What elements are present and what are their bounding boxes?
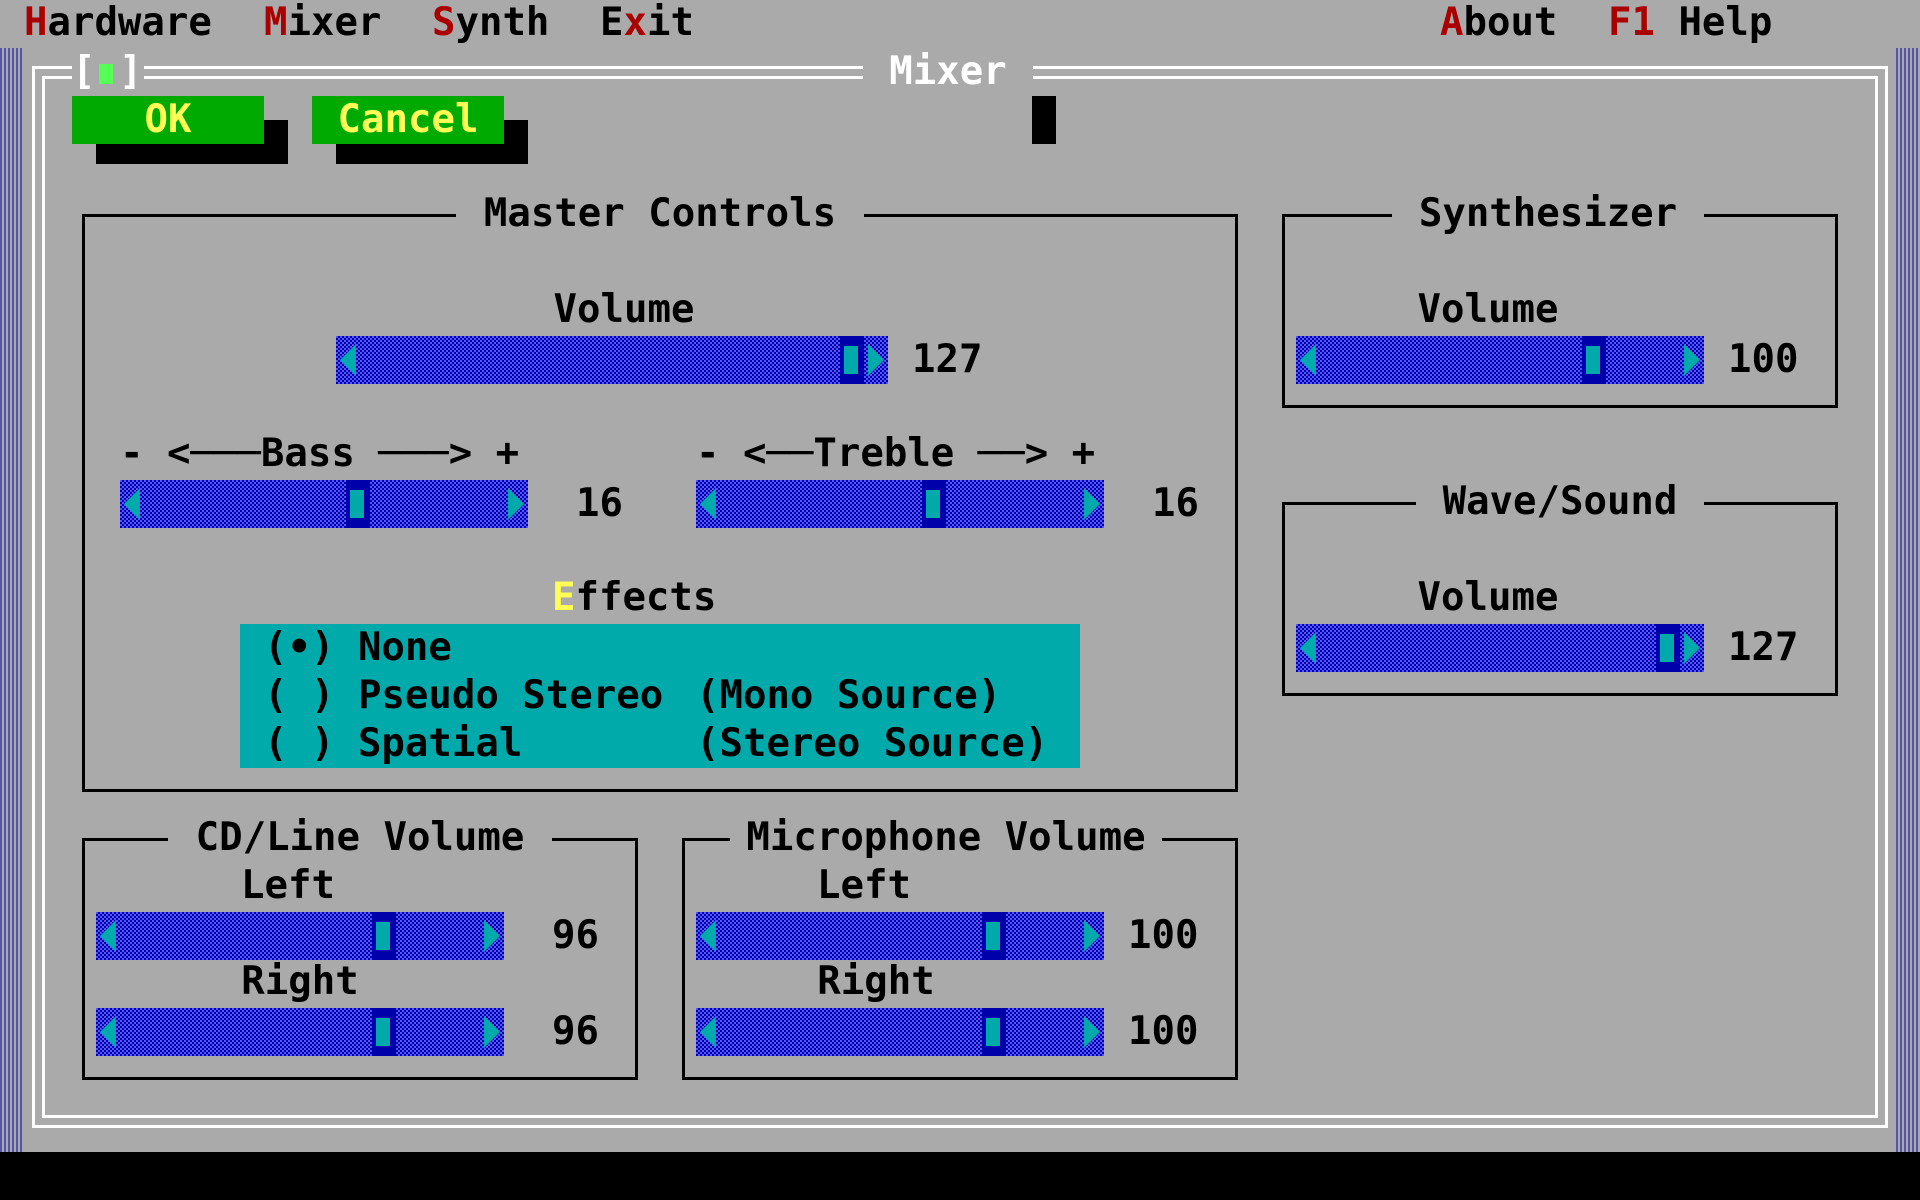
master-controls-title: Master Controls	[456, 190, 864, 238]
mic-left-value: 100	[1128, 913, 1199, 958]
wave-sound-title: Wave/Sound	[1416, 478, 1704, 526]
synth-volume-value: 100	[1728, 337, 1799, 382]
slider-thumb[interactable]	[372, 912, 396, 960]
bass-slider[interactable]	[120, 480, 528, 528]
treble-value: 16	[1152, 481, 1199, 526]
microphone-volume-title: Microphone Volume	[730, 814, 1162, 862]
treble-slider[interactable]	[696, 480, 1104, 528]
cd-left-value: 96	[552, 913, 599, 958]
synth-volume-label: Volume	[1417, 287, 1559, 332]
menu-mixer[interactable]: Mixer	[264, 0, 381, 48]
arrow-left-icon[interactable]	[100, 1016, 116, 1048]
arrow-right-icon[interactable]	[1684, 344, 1700, 376]
slider-thumb[interactable]	[1582, 336, 1606, 384]
ok-button[interactable]: OK	[72, 96, 264, 144]
mic-left-slider[interactable]	[696, 912, 1104, 960]
cd-left-label: Left	[241, 863, 335, 908]
close-icon	[99, 64, 113, 84]
menu-help[interactable]: F1 Help	[1608, 0, 1772, 48]
desktop-pattern-right	[1896, 48, 1920, 1152]
treble-label: - <──Treble ──> +	[696, 431, 1096, 476]
arrow-right-icon[interactable]	[1684, 632, 1700, 664]
cd-left-slider[interactable]	[96, 912, 504, 960]
arrow-right-icon[interactable]	[1084, 488, 1100, 520]
wave-volume-label: Volume	[1417, 575, 1559, 620]
slider-thumb[interactable]	[372, 1008, 396, 1056]
cd-right-value: 96	[552, 1009, 599, 1054]
bass-value: 16	[576, 481, 623, 526]
master-volume-value: 127	[912, 337, 983, 382]
slider-thumb[interactable]	[982, 1008, 1006, 1056]
menu-bar: Hardware Mixer Synth Exit About F1 Help	[0, 0, 1920, 48]
arrow-right-icon[interactable]	[868, 344, 884, 376]
master-volume-slider[interactable]	[336, 336, 888, 384]
arrow-left-icon[interactable]	[340, 344, 356, 376]
mic-right-value: 100	[1128, 1009, 1199, 1054]
mic-right-label: Right	[817, 959, 935, 1004]
arrow-right-icon[interactable]	[1084, 920, 1100, 952]
arrow-right-icon[interactable]	[508, 488, 524, 520]
effect-option-spatial[interactable]: ( ) Spatial (Stereo Source)	[264, 720, 1074, 768]
cd-line-volume-title: CD/Line Volume	[168, 814, 552, 862]
mic-right-slider[interactable]	[696, 1008, 1104, 1056]
menu-hardware[interactable]: Hardware	[24, 0, 212, 48]
dialog-title: Mixer	[889, 49, 1007, 94]
effect-option-none[interactable]: (•) None	[264, 624, 1074, 672]
text-cursor	[1032, 96, 1056, 144]
desktop-pattern-left	[0, 48, 24, 1152]
effect-option-pseudo-stereo[interactable]: ( ) Pseudo Stereo (Mono Source)	[264, 672, 1074, 720]
menu-exit[interactable]: Exit	[600, 0, 694, 48]
wave-volume-value: 127	[1728, 625, 1799, 670]
master-volume-label: Volume	[553, 287, 695, 332]
arrow-left-icon[interactable]	[700, 1016, 716, 1048]
bass-label: - <───Bass ───> +	[120, 431, 520, 476]
slider-thumb[interactable]	[1656, 624, 1680, 672]
arrow-right-icon[interactable]	[1084, 1016, 1100, 1048]
arrow-left-icon[interactable]	[700, 920, 716, 952]
cd-right-label: Right	[241, 959, 359, 1004]
arrow-left-icon[interactable]	[700, 488, 716, 520]
cd-right-slider[interactable]	[96, 1008, 504, 1056]
arrow-left-icon[interactable]	[1300, 632, 1316, 664]
mic-left-label: Left	[817, 863, 911, 908]
arrow-left-icon[interactable]	[100, 920, 116, 952]
arrow-right-icon[interactable]	[484, 920, 500, 952]
cancel-button[interactable]: Cancel	[312, 96, 504, 144]
wave-volume-slider[interactable]	[1296, 624, 1704, 672]
slider-thumb[interactable]	[840, 336, 864, 384]
effects-label: Effects	[552, 575, 717, 620]
arrow-right-icon[interactable]	[484, 1016, 500, 1048]
slider-thumb[interactable]	[982, 912, 1006, 960]
synth-volume-slider[interactable]	[1296, 336, 1704, 384]
slider-thumb[interactable]	[922, 480, 946, 528]
menu-about[interactable]: About	[1440, 0, 1557, 48]
menu-synth[interactable]: Synth	[432, 0, 549, 48]
arrow-left-icon[interactable]	[1300, 344, 1316, 376]
arrow-left-icon[interactable]	[124, 488, 140, 520]
slider-thumb[interactable]	[346, 480, 370, 528]
synthesizer-title: Synthesizer	[1392, 190, 1704, 238]
